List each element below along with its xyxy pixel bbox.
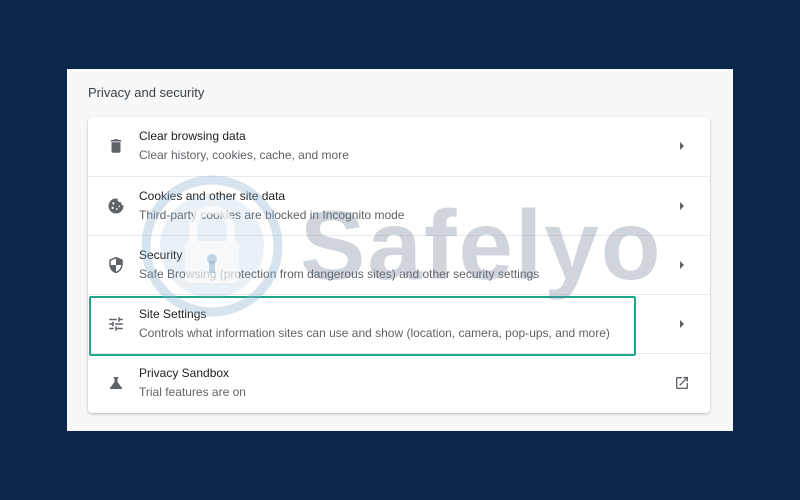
security-row[interactable]: Security Safe Browsing (protection from … <box>88 235 710 294</box>
row-title: Clear browsing data <box>139 129 246 143</box>
privacy-settings-card: Clear browsing data Clear history, cooki… <box>88 117 710 413</box>
flask-icon <box>107 374 125 392</box>
row-subtitle: Safe Browsing (protection from dangerous… <box>139 267 540 281</box>
site-settings-row[interactable]: Site Settings Controls what information … <box>88 294 710 353</box>
row-title: Site Settings <box>139 307 207 321</box>
cookies-row[interactable]: Cookies and other site data Third-party … <box>88 176 710 235</box>
trash-icon <box>107 137 125 155</box>
chevron-right-icon <box>678 141 686 151</box>
shield-icon <box>107 256 125 274</box>
chevron-right-icon <box>678 319 686 329</box>
cookie-icon <box>107 197 125 215</box>
chevron-right-icon <box>678 260 686 270</box>
open-in-new-icon[interactable] <box>674 375 690 391</box>
row-title: Security <box>139 248 183 262</box>
privacy-security-panel: Privacy and security Clear browsing data… <box>67 69 733 431</box>
chevron-right-icon <box>678 201 686 211</box>
row-title: Privacy Sandbox <box>139 366 230 380</box>
row-title: Cookies and other site data <box>139 189 286 203</box>
section-title: Privacy and security <box>88 85 205 100</box>
clear-browsing-data-row[interactable]: Clear browsing data Clear history, cooki… <box>88 117 710 176</box>
tune-icon <box>107 315 125 333</box>
row-subtitle: Trial features are on <box>139 385 246 399</box>
row-subtitle: Clear history, cookies, cache, and more <box>139 148 349 162</box>
row-subtitle: Third-party cookies are blocked in Incog… <box>139 208 405 222</box>
privacy-sandbox-row[interactable]: Privacy Sandbox Trial features are on <box>88 353 710 412</box>
row-subtitle: Controls what information sites can use … <box>139 326 610 340</box>
